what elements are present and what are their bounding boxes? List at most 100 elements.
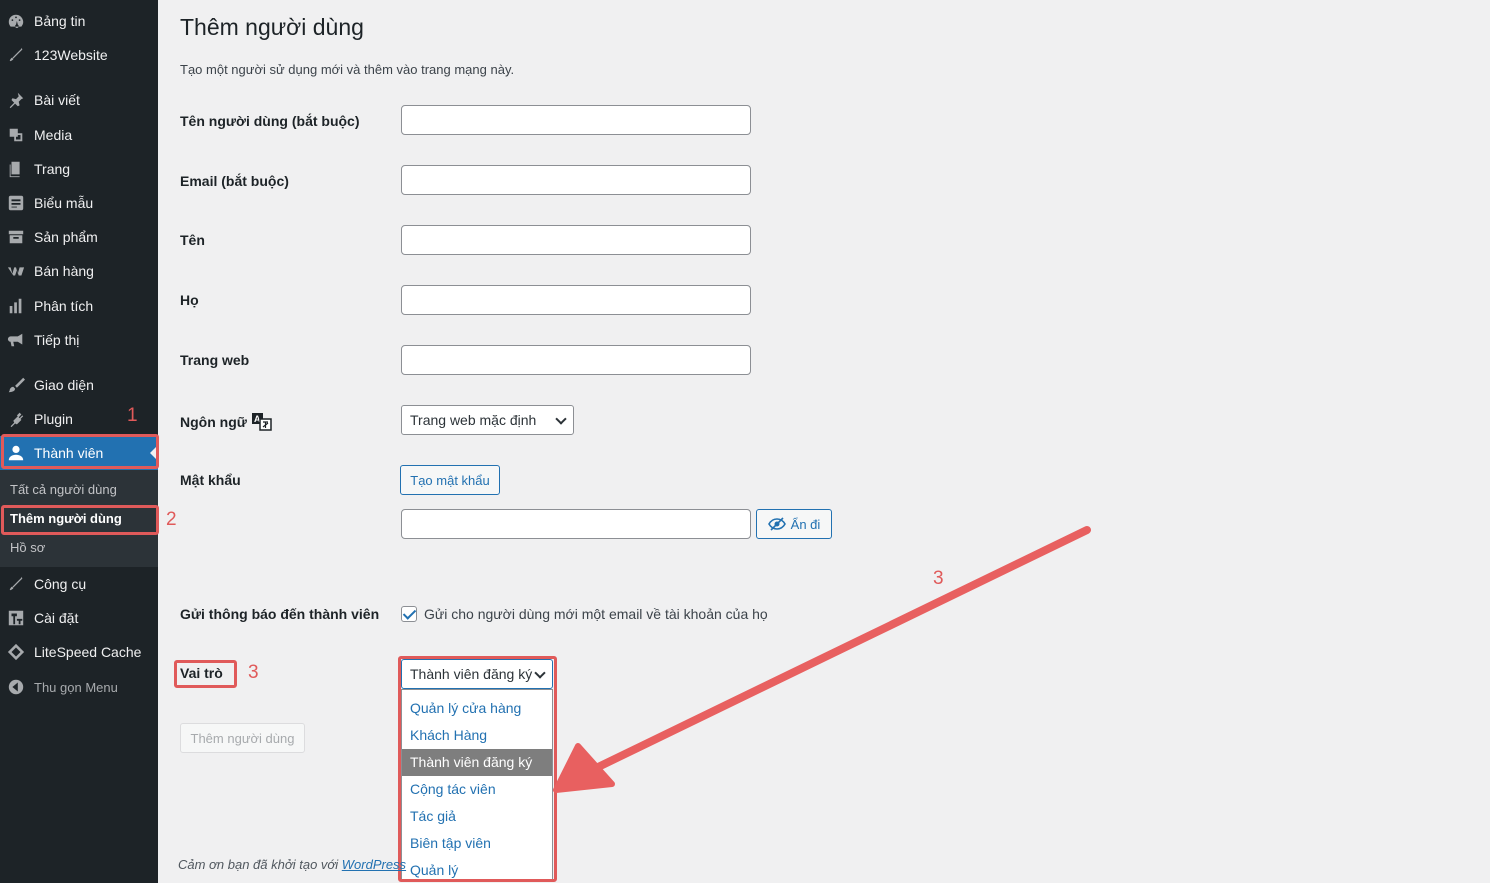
user-icon bbox=[6, 443, 26, 463]
menu-label: Sản phẩm bbox=[34, 229, 98, 245]
menu-label: Plugin bbox=[34, 411, 73, 427]
menu-label: Cài đặt bbox=[34, 610, 79, 626]
footer-text: Cảm ơn bạn đã khởi tạo với WordPress bbox=[178, 857, 406, 872]
page-icon bbox=[6, 159, 26, 179]
hide-password-button[interactable]: Ẩn đi bbox=[756, 509, 832, 539]
menu-label: Phân tích bbox=[34, 298, 94, 314]
last-name-input[interactable] bbox=[401, 285, 751, 315]
annotation-number-3: 3 bbox=[248, 662, 259, 683]
website-label: Trang web bbox=[180, 352, 250, 368]
menu-tools[interactable]: Công cụ bbox=[0, 567, 158, 601]
chevron-down-icon bbox=[555, 413, 567, 425]
collapse-menu-button[interactable]: Thu gọn Menu bbox=[0, 670, 158, 704]
role-select[interactable]: Thành viên đăng ký bbox=[401, 659, 553, 689]
menu-label: Bán hàng bbox=[34, 263, 94, 279]
megaphone-icon bbox=[6, 330, 26, 350]
menu-analytics[interactable]: Phân tích bbox=[0, 289, 158, 323]
role-label: Vai trò bbox=[180, 665, 223, 681]
notify-checkbox-label: Gửi cho người dùng mới một email về tài … bbox=[424, 606, 768, 622]
role-option[interactable]: Quản lý bbox=[402, 857, 552, 883]
menu-media[interactable]: Media bbox=[0, 118, 158, 152]
collapse-label: Thu gọn Menu bbox=[34, 679, 118, 695]
role-option[interactable]: Tác giả bbox=[402, 803, 552, 830]
website-input[interactable] bbox=[401, 345, 751, 375]
username-label: Tên người dùng (bắt buộc) bbox=[180, 113, 360, 129]
footer-prefix: Cảm ơn bạn đã khởi tạo với bbox=[178, 857, 342, 872]
menu-123website[interactable]: 123Website bbox=[0, 38, 158, 72]
diamond-icon bbox=[6, 642, 26, 662]
annotation-number-3-arrow: 3 bbox=[933, 568, 944, 589]
password-label: Mật khẩu bbox=[180, 472, 241, 488]
language-label-row: Ngôn ngữ A bbox=[180, 413, 272, 431]
current-menu-arrow bbox=[150, 445, 158, 461]
menu-label: Công cụ bbox=[34, 576, 87, 592]
first-name-label: Tên bbox=[180, 232, 205, 248]
notify-label: Gửi thông báo đến thành viên bbox=[180, 606, 380, 622]
menu-label: Giao diện bbox=[34, 377, 94, 393]
menu-label: Thành viên bbox=[34, 445, 104, 461]
email-input[interactable] bbox=[401, 165, 751, 195]
role-option[interactable]: Khách Hàng bbox=[402, 722, 552, 749]
brush-icon bbox=[6, 375, 26, 395]
menu-dashboard[interactable]: Bảng tin bbox=[0, 4, 158, 38]
dashboard-icon bbox=[6, 11, 26, 31]
first-name-input[interactable] bbox=[401, 225, 751, 255]
page-title: Thêm người dùng bbox=[180, 14, 364, 40]
woo-icon bbox=[6, 261, 26, 281]
wrench-icon bbox=[6, 45, 26, 65]
menu-label: Media bbox=[34, 127, 73, 143]
password-input[interactable] bbox=[401, 509, 751, 539]
username-input[interactable] bbox=[401, 105, 751, 135]
archive-icon bbox=[6, 227, 26, 247]
email-label: Email (bắt buộc) bbox=[180, 173, 289, 189]
hide-password-label: Ẩn đi bbox=[790, 516, 821, 532]
language-select[interactable]: Trang web mặc định bbox=[401, 405, 574, 435]
last-name-label: Họ bbox=[180, 292, 199, 308]
menu-users[interactable]: Thành viên bbox=[0, 436, 158, 470]
admin-sidebar: Bảng tin 123Website Bài viết Media Trang… bbox=[0, 0, 158, 883]
settings-icon bbox=[6, 608, 26, 628]
users-submenu: Tất cả người dùng Thêm người dùng Hồ sơ bbox=[0, 470, 158, 567]
pin-icon bbox=[6, 90, 26, 110]
menu-litespeed[interactable]: LiteSpeed Cache bbox=[0, 635, 158, 669]
menu-posts[interactable]: Bài viết bbox=[0, 83, 158, 117]
menu-products[interactable]: Sản phẩm bbox=[0, 220, 158, 254]
menu-appearance[interactable]: Giao diện bbox=[0, 368, 158, 402]
role-option[interactable]: Cộng tác viên bbox=[402, 776, 552, 803]
menu-label: Biểu mẫu bbox=[34, 195, 94, 211]
role-dropdown-list: Quản lý cửa hàng Khách Hàng Thành viên đ… bbox=[401, 689, 553, 881]
generate-password-button[interactable]: Tạo mật khẩu bbox=[400, 465, 500, 495]
submenu-profile[interactable]: Hồ sơ bbox=[10, 540, 45, 555]
translation-icon: A bbox=[251, 413, 272, 431]
menu-label: Tiếp thị bbox=[34, 332, 80, 348]
menu-label: Trang bbox=[34, 161, 71, 177]
annotation-number-2: 2 bbox=[166, 509, 177, 530]
language-label: Ngôn ngữ bbox=[180, 414, 247, 430]
wordpress-link[interactable]: WordPress bbox=[342, 857, 406, 872]
menu-forms[interactable]: Biểu mẫu bbox=[0, 186, 158, 220]
plugin-icon bbox=[6, 409, 26, 429]
eye-slash-icon bbox=[767, 517, 786, 531]
page-description: Tạo một người sử dụng mới và thêm vào tr… bbox=[180, 62, 515, 77]
language-select-value: Trang web mặc định bbox=[410, 412, 537, 428]
submenu-all-users[interactable]: Tất cả người dùng bbox=[10, 482, 117, 497]
media-icon bbox=[6, 125, 26, 145]
add-user-submit-button[interactable]: Thêm người dùng bbox=[180, 723, 305, 753]
menu-marketing[interactable]: Tiếp thị bbox=[0, 323, 158, 357]
submenu-add-user[interactable]: Thêm người dùng bbox=[10, 511, 122, 526]
chevron-down-icon bbox=[534, 667, 546, 679]
menu-label: LiteSpeed Cache bbox=[34, 644, 142, 660]
wrench-icon bbox=[6, 574, 26, 594]
menu-label: Bài viết bbox=[34, 92, 80, 108]
menu-pages[interactable]: Trang bbox=[0, 152, 158, 186]
role-option[interactable]: Quản lý cửa hàng bbox=[402, 695, 552, 722]
notify-checkbox[interactable] bbox=[401, 606, 417, 622]
menu-label: Bảng tin bbox=[34, 13, 86, 29]
role-option[interactable]: Biên tập viên bbox=[402, 830, 552, 857]
role-option-selected[interactable]: Thành viên đăng ký bbox=[402, 749, 552, 776]
menu-settings[interactable]: Cài đặt bbox=[0, 601, 158, 635]
menu-sales[interactable]: Bán hàng bbox=[0, 254, 158, 288]
form-icon bbox=[6, 193, 26, 213]
menu-label: 123Website bbox=[34, 47, 108, 63]
role-select-value: Thành viên đăng ký bbox=[410, 666, 533, 682]
